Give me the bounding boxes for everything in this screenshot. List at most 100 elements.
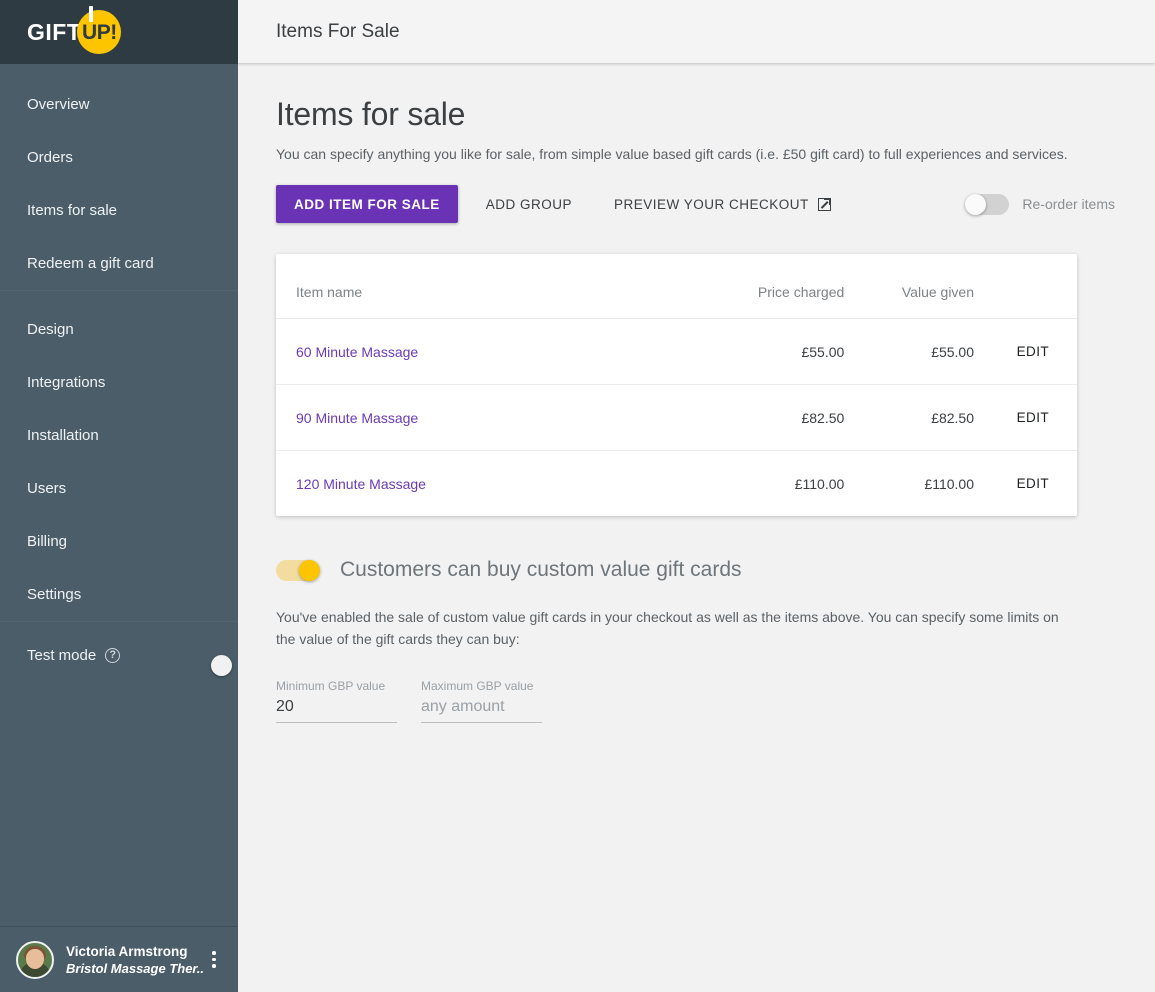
user-name: Victoria Armstrong (66, 943, 188, 959)
kebab-dot (212, 964, 216, 968)
sidebar-item-label: Installation (27, 427, 99, 444)
page-subtitle: You can specify anything you like for sa… (276, 146, 1068, 162)
user-text: Victoria Armstrong Bristol Massage Ther.… (66, 944, 204, 976)
custom-value-fields: Minimum GBP value Maximum GBP value (276, 679, 1115, 724)
topbar-title: Items For Sale (276, 20, 400, 42)
item-link[interactable]: 90 Minute Massage (296, 410, 418, 426)
sidebar-item-label: Users (27, 480, 67, 497)
custom-value-title: Customers can buy custom value gift card… (340, 558, 742, 581)
giftup-logo[interactable]: GIFT UP! (27, 6, 122, 54)
logo-badge: UP! (77, 6, 122, 54)
column-header-price-charged: Price charged (757, 284, 845, 300)
column-header-actions (974, 254, 1077, 319)
avatar-face (26, 948, 44, 969)
sidebar-item-label: Redeem a gift card (27, 255, 154, 272)
sidebar-item-design[interactable]: Design (0, 303, 238, 356)
page-content: Items for sale You can specify anything … (238, 63, 1155, 992)
avatar (16, 940, 54, 979)
maximum-value-label: Maximum GBP value (421, 679, 534, 694)
sidebar-item-orders[interactable]: Orders (0, 131, 238, 184)
preview-checkout-label: PREVIEW YOUR CHECKOUT (614, 196, 809, 212)
value-given-cell: £55.00 (844, 318, 975, 385)
column-header-value-given: Value given (901, 284, 975, 300)
sidebar-item-label: Design (27, 321, 74, 338)
add-item-for-sale-button[interactable]: ADD ITEM FOR SALE (276, 185, 458, 223)
sidebar-item-label: Orders (27, 149, 73, 166)
minimum-value-label: Minimum GBP value (276, 679, 386, 694)
topbar: Items For Sale (238, 0, 1155, 63)
sidebar-item-items-for-sale[interactable]: Items for sale (0, 184, 238, 237)
item-link[interactable]: 120 Minute Massage (296, 476, 426, 492)
kebab-dot (212, 957, 216, 962)
user-organization: Bristol Massage Ther... (66, 960, 204, 976)
item-link[interactable]: 60 Minute Massage (296, 344, 418, 360)
sidebar-item-label: Integrations (27, 374, 106, 391)
value-given-cell: £110.00 (924, 475, 975, 492)
logo-arrow-icon (89, 6, 94, 22)
logo-bar: GIFT UP! (0, 0, 238, 64)
custom-value-description: You've enabled the sale of custom value … (276, 609, 1059, 647)
edit-cell: EDIT (974, 451, 1077, 517)
toggle-knob (965, 193, 987, 215)
logo-badge-text: UP! (82, 21, 117, 44)
reorder-items-toggle[interactable] (965, 193, 1010, 215)
price-charged-cell: £55.00 (708, 318, 845, 385)
toggle-knob (211, 655, 232, 676)
edit-button[interactable]: EDIT (1011, 472, 1055, 495)
logo-text: GIFT (27, 18, 82, 45)
question-mark-circle-icon[interactable]: ? (105, 647, 121, 663)
items-table-card: Item name Price charged Value given 60 M… (276, 254, 1077, 516)
reorder-items-control: Re-order items (965, 193, 1115, 215)
page-title: Items for sale (276, 96, 466, 132)
item-name-cell: 120 Minute Massage (276, 451, 708, 517)
custom-value-section: Customers can buy custom value gift card… (276, 558, 1115, 724)
kebab-menu-icon[interactable] (204, 951, 224, 968)
sidebar-item-redeem-gift-card[interactable]: Redeem a gift card (0, 237, 238, 290)
items-table: Item name Price charged Value given 60 M… (276, 254, 1077, 516)
sidebar-item-settings[interactable]: Settings (0, 568, 238, 621)
custom-value-header: Customers can buy custom value gift card… (276, 558, 1115, 582)
sidebar-item-installation[interactable]: Installation (0, 409, 238, 462)
sidebar-item-label: Overview (27, 96, 90, 113)
sidebar-item-integrations[interactable]: Integrations (0, 356, 238, 409)
test-mode-label: Test mode (27, 646, 97, 664)
edit-button[interactable]: EDIT (1011, 406, 1055, 429)
edit-cell: EDIT (974, 384, 1077, 451)
main-area: Items For Sale Items for sale You can sp… (238, 0, 1155, 992)
price-charged-cell: £110.00 (794, 475, 845, 492)
maximum-gbp-value-input[interactable] (421, 696, 542, 724)
table-row: 90 Minute Massage £82.50 £82.50 EDIT (276, 384, 1077, 451)
item-name-cell: 90 Minute Massage (276, 384, 709, 451)
edit-cell: EDIT (974, 318, 1077, 385)
table-row: 60 Minute Massage £55.00 £55.00 EDIT (276, 318, 1077, 385)
add-group-button[interactable]: ADD GROUP (472, 185, 586, 223)
toggle-knob (299, 559, 320, 581)
value-given-cell: £82.50 (844, 384, 975, 451)
custom-value-toggle[interactable] (276, 559, 320, 581)
minimum-value-field-group: Minimum GBP value (276, 679, 397, 724)
price-charged-cell: £82.50 (708, 384, 845, 451)
sidebar-nav-secondary: Design Integrations Installation Users B… (0, 291, 238, 621)
item-name-cell: 60 Minute Massage (276, 318, 709, 385)
items-table-head: Item name Price charged Value given (276, 254, 1077, 319)
sidebar-item-users[interactable]: Users (0, 462, 238, 515)
preview-your-checkout-button[interactable]: PREVIEW YOUR CHECKOUT (600, 185, 845, 223)
edit-button[interactable]: EDIT (1011, 340, 1055, 363)
column-header-item-name: Item name (296, 284, 363, 300)
maximum-value-field-group: Maximum GBP value (421, 679, 542, 724)
sidebar: GIFT UP! Overview Orders Items for sale … (0, 0, 238, 992)
test-mode-row: Test mode ? (0, 622, 238, 688)
sidebar-item-billing[interactable]: Billing (0, 515, 238, 568)
sidebar-item-overview[interactable]: Overview (0, 78, 238, 131)
sidebar-item-label: Items for sale (27, 202, 118, 219)
user-profile-bar[interactable]: Victoria Armstrong Bristol Massage Ther.… (0, 926, 238, 992)
sidebar-item-label: Settings (27, 586, 82, 603)
reorder-items-label: Re-order items (1022, 196, 1115, 212)
external-link-icon (817, 197, 831, 211)
table-row: 120 Minute Massage £110.00 £110.00 EDIT (276, 451, 1077, 517)
action-bar: ADD ITEM FOR SALE ADD GROUP PREVIEW YOUR… (276, 185, 1115, 223)
sidebar-item-label: Billing (27, 533, 68, 550)
minimum-gbp-value-input[interactable] (276, 696, 397, 724)
add-group-label: ADD GROUP (485, 196, 573, 212)
